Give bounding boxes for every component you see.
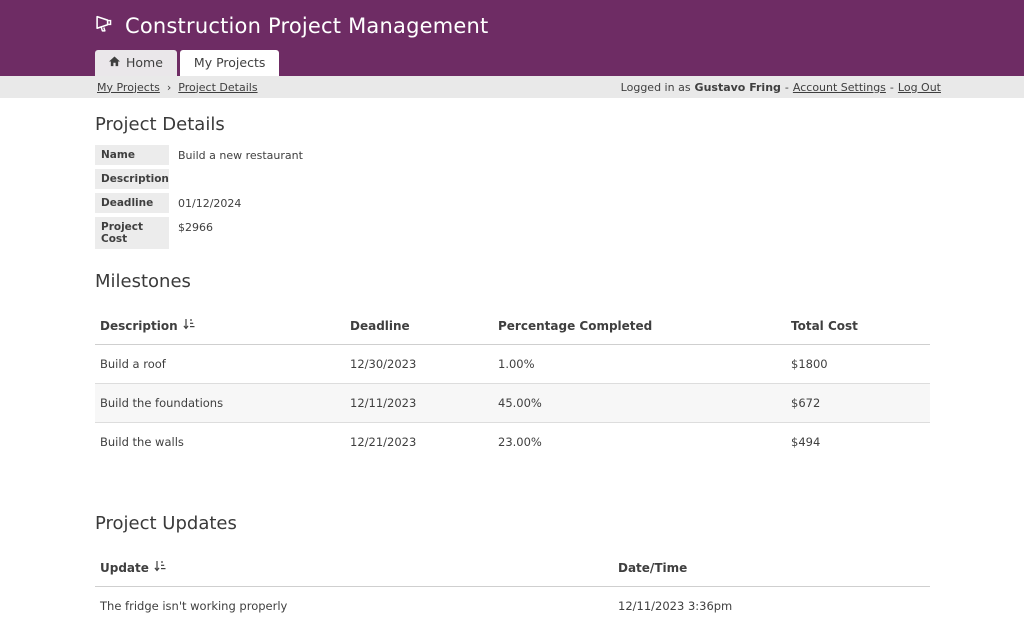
- session-separator: -: [890, 81, 894, 94]
- tab-label: Home: [126, 55, 163, 70]
- table-row: Build the walls12/21/202323.00%$494: [95, 423, 930, 462]
- table-cell: $494: [786, 423, 930, 462]
- app-title: Construction Project Management: [125, 14, 488, 38]
- detail-value-deadline: 01/12/2024: [178, 193, 241, 210]
- project-details-section: Project Details Name Build a new restaur…: [95, 114, 930, 249]
- table-row: The fridge isn't working properly12/11/2…: [95, 587, 930, 625]
- detail-row: Deadline 01/12/2024: [95, 193, 930, 213]
- column-header-total-cost: Total Cost: [786, 302, 930, 345]
- megaphone-icon: [95, 13, 116, 38]
- column-header-label: Deadline: [350, 319, 410, 333]
- detail-value-project-cost: $2966: [178, 217, 213, 234]
- milestones-section: Milestones Description: [95, 271, 930, 461]
- table-cell: 12/11/2023: [345, 384, 493, 423]
- project-updates-section: Project Updates Update: [95, 513, 930, 625]
- detail-row: Description: [95, 169, 930, 189]
- table-cell: 12/30/2023: [345, 345, 493, 384]
- brand: Construction Project Management: [0, 0, 1024, 38]
- logout-link[interactable]: Log Out: [898, 81, 941, 94]
- column-header-date-time: Date/Time: [613, 544, 930, 587]
- breadcrumb-link-my-projects[interactable]: My Projects: [97, 81, 160, 94]
- column-header-label: Date/Time: [618, 561, 687, 575]
- account-settings-link[interactable]: Account Settings: [793, 81, 886, 94]
- session-info: Logged in as Gustavo Fring - Account Set…: [621, 81, 941, 94]
- app-header: Construction Project Management Home My …: [0, 0, 1024, 76]
- column-header-deadline: Deadline: [345, 302, 493, 345]
- column-header-label: Total Cost: [791, 319, 858, 333]
- column-header-update[interactable]: Update: [95, 544, 613, 587]
- milestones-table: Description: [95, 302, 930, 461]
- detail-value-name: Build a new restaurant: [178, 145, 303, 162]
- table-cell: 1.00%: [493, 345, 786, 384]
- detail-row: Project Cost $2966: [95, 217, 930, 249]
- table-cell: Build a roof: [95, 345, 345, 384]
- table-cell: The fridge isn't working properly: [95, 587, 613, 625]
- home-icon: [109, 55, 120, 70]
- table-cell: 45.00%: [493, 384, 786, 423]
- page-title: Project Details: [95, 114, 930, 135]
- table-header-row: Description: [95, 302, 930, 345]
- table-cell: $1800: [786, 345, 930, 384]
- main-content: Project Details Name Build a new restaur…: [95, 98, 930, 625]
- table-row: Build the foundations12/11/202345.00%$67…: [95, 384, 930, 423]
- tab-my-projects[interactable]: My Projects: [180, 50, 279, 76]
- table-cell: Build the foundations: [95, 384, 345, 423]
- column-header-percentage-completed: Percentage Completed: [493, 302, 786, 345]
- details-list: Name Build a new restaurant Description …: [95, 145, 930, 249]
- column-header-description[interactable]: Description: [95, 302, 345, 345]
- column-header-label: Description: [100, 319, 178, 333]
- sort-icon: [154, 560, 166, 575]
- column-header-label: Percentage Completed: [498, 319, 652, 333]
- table-cell: 12/21/2023: [345, 423, 493, 462]
- section-title-milestones: Milestones: [95, 271, 930, 292]
- tab-label: My Projects: [194, 55, 265, 70]
- detail-label-project-cost: Project Cost: [95, 217, 169, 249]
- table-cell: 23.00%: [493, 423, 786, 462]
- logged-in-text: Logged in as: [621, 81, 691, 94]
- breadcrumb-separator: ›: [167, 81, 171, 94]
- sort-icon: [183, 318, 195, 333]
- detail-label-deadline: Deadline: [95, 193, 169, 213]
- user-name: Gustavo Fring: [695, 81, 781, 94]
- tab-bar: Home My Projects: [95, 50, 279, 76]
- table-cell: 12/11/2023 3:36pm: [613, 587, 930, 625]
- tab-home[interactable]: Home: [95, 50, 177, 76]
- session-separator: -: [785, 81, 789, 94]
- detail-row: Name Build a new restaurant: [95, 145, 930, 165]
- breadcrumb: My Projects › Project Details: [97, 81, 258, 94]
- section-title-project-updates: Project Updates: [95, 513, 930, 534]
- table-cell: Build the walls: [95, 423, 345, 462]
- detail-label-description: Description: [95, 169, 169, 189]
- updates-table: Update: [95, 544, 930, 625]
- breadcrumb-link-project-details[interactable]: Project Details: [178, 81, 257, 94]
- table-header-row: Update: [95, 544, 930, 587]
- utility-bar: My Projects › Project Details Logged in …: [0, 76, 1024, 98]
- detail-label-name: Name: [95, 145, 169, 165]
- table-row: Build a roof12/30/20231.00%$1800: [95, 345, 930, 384]
- column-header-label: Update: [100, 561, 149, 575]
- table-cell: $672: [786, 384, 930, 423]
